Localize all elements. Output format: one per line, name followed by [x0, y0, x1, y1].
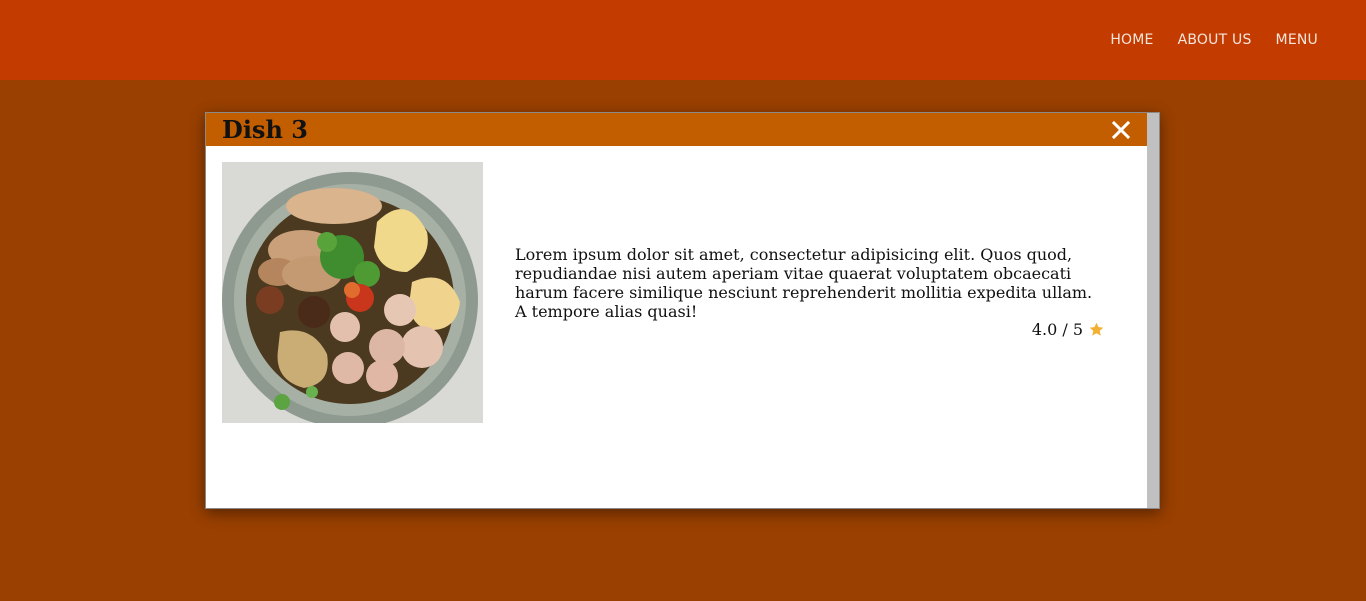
- modal-header: Dish 3: [206, 113, 1148, 146]
- dish-description: Lorem ipsum dolor sit amet, consectetur …: [515, 245, 1093, 321]
- nav-menu-link[interactable]: MENU: [1276, 32, 1318, 48]
- close-icon: [1111, 120, 1131, 140]
- main-nav: HOME ABOUT US MENU: [1110, 32, 1318, 48]
- rating-text: 4.0 / 5: [1031, 320, 1083, 339]
- close-button[interactable]: [1111, 120, 1131, 140]
- dish-rating: 4.0 / 5: [1032, 320, 1105, 339]
- dish-image: [222, 162, 483, 423]
- dish-modal: Dish 3 Lorem ipsum dolor sit amet, conse…: [205, 112, 1160, 509]
- nav-home-link[interactable]: HOME: [1110, 32, 1153, 48]
- nav-about-us-link[interactable]: ABOUT US: [1178, 32, 1252, 48]
- modal-title: Dish 3: [222, 115, 308, 144]
- star-icon: [1089, 322, 1104, 336]
- modal-scrollbar[interactable]: [1147, 113, 1159, 508]
- top-navigation-bar: HOME ABOUT US MENU: [0, 0, 1366, 80]
